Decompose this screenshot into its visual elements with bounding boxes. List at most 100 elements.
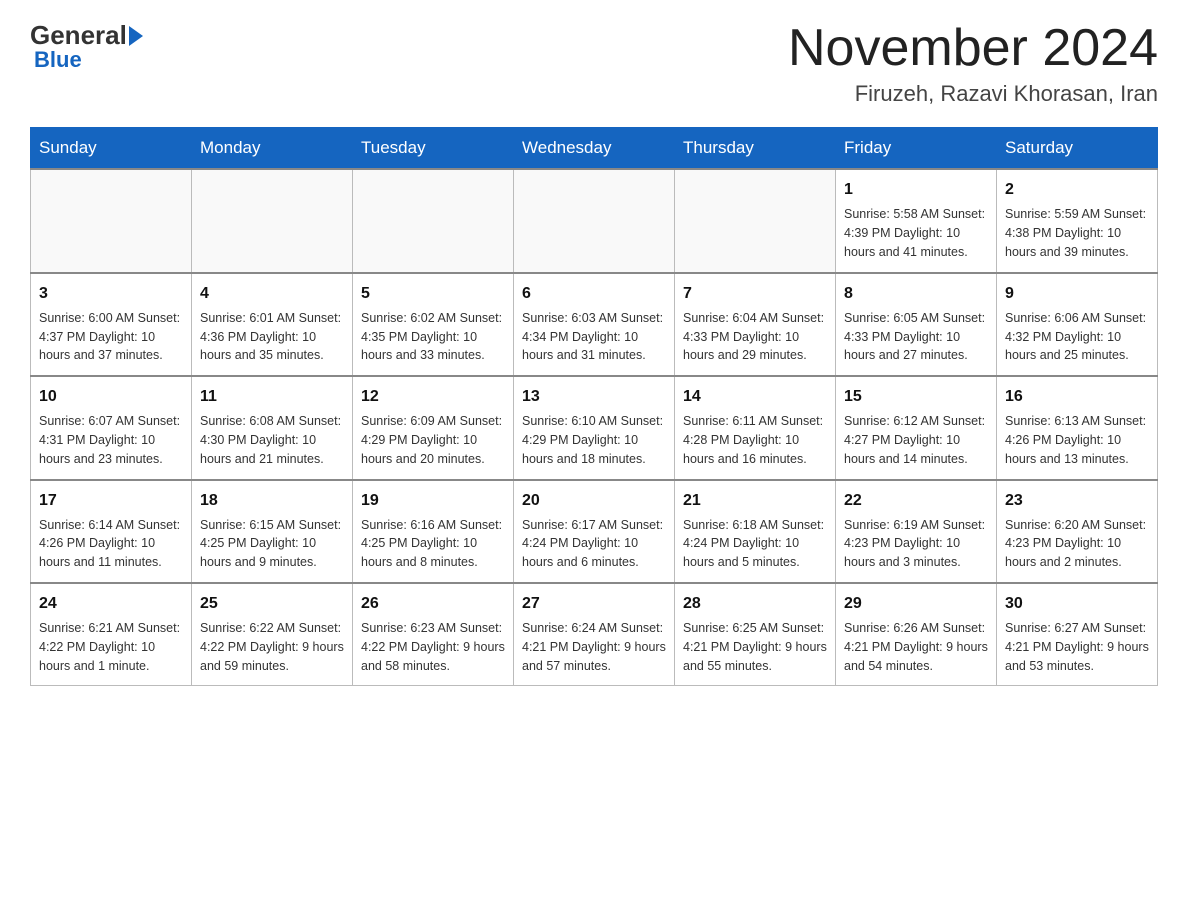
calendar-cell: 12 Sunrise: 6:09 AM Sunset: 4:29 PM Dayli… bbox=[353, 376, 514, 479]
day-number: 22 bbox=[844, 489, 988, 512]
calendar-cell: 21Sunrise: 6:18 AM Sunset: 4:24 PM Dayli… bbox=[675, 480, 836, 583]
calendar-cell: 27 Sunrise: 6:24 AM Sunset: 4:21 PM Dayli… bbox=[514, 583, 675, 686]
calendar-cell bbox=[31, 169, 192, 272]
day-number: 25 bbox=[200, 592, 344, 615]
week-row: 3 Sunrise: 6:00 AM Sunset: 4:37 PM Daylig… bbox=[31, 273, 1158, 376]
calendar-cell: 11 Sunrise: 6:08 AM Sunset: 4:30 PM Dayli… bbox=[192, 376, 353, 479]
calendar-cell: 28 Sunrise: 6:25 AM Sunset: 4:21 PM Dayli… bbox=[675, 583, 836, 686]
day-info: Sunrise: 5:58 AM Sunset: 4:39 PM Dayligh… bbox=[844, 205, 988, 261]
calendar-header-row: SundayMondayTuesdayWednesdayThursdayFrid… bbox=[31, 128, 1158, 170]
calendar-cell: 9 Sunrise: 6:06 AM Sunset: 4:32 PM Daylig… bbox=[997, 273, 1158, 376]
day-info: Sunrise: 6:08 AM Sunset: 4:30 PM Dayligh… bbox=[200, 412, 344, 468]
calendar-cell: 15 Sunrise: 6:12 AM Sunset: 4:27 PM Dayli… bbox=[836, 376, 997, 479]
day-number: 24 bbox=[39, 592, 183, 615]
day-number: 7 bbox=[683, 282, 827, 305]
day-of-week-header: Thursday bbox=[675, 128, 836, 170]
logo: General Blue bbox=[30, 20, 143, 73]
day-number: 27 bbox=[522, 592, 666, 615]
day-number: 28 bbox=[683, 592, 827, 615]
day-number: 14 bbox=[683, 385, 827, 408]
day-info: Sunrise: 6:26 AM Sunset: 4:21 PM Dayligh… bbox=[844, 619, 988, 675]
day-number: 13 bbox=[522, 385, 666, 408]
day-info: Sunrise: 6:09 AM Sunset: 4:29 PM Dayligh… bbox=[361, 412, 505, 468]
day-info: Sunrise: 6:07 AM Sunset: 4:31 PM Dayligh… bbox=[39, 412, 183, 468]
calendar-cell: 22 Sunrise: 6:19 AM Sunset: 4:23 PM Dayli… bbox=[836, 480, 997, 583]
calendar-cell: 24 Sunrise: 6:21 AM Sunset: 4:22 PM Dayli… bbox=[31, 583, 192, 686]
logo-triangle-icon bbox=[129, 26, 143, 46]
calendar-cell: 5Sunrise: 6:02 AM Sunset: 4:35 PM Daylig… bbox=[353, 273, 514, 376]
day-info: Sunrise: 6:20 AM Sunset: 4:23 PM Dayligh… bbox=[1005, 516, 1149, 572]
day-number: 10 bbox=[39, 385, 183, 408]
calendar-cell: 30 Sunrise: 6:27 AM Sunset: 4:21 PM Dayli… bbox=[997, 583, 1158, 686]
calendar-cell: 25 Sunrise: 6:22 AM Sunset: 4:22 PM Dayli… bbox=[192, 583, 353, 686]
day-info: Sunrise: 6:27 AM Sunset: 4:21 PM Dayligh… bbox=[1005, 619, 1149, 675]
day-info: Sunrise: 6:11 AM Sunset: 4:28 PM Dayligh… bbox=[683, 412, 827, 468]
calendar-cell: 17 Sunrise: 6:14 AM Sunset: 4:26 PM Dayli… bbox=[31, 480, 192, 583]
page-header: General Blue November 2024 Firuzeh, Raza… bbox=[30, 20, 1158, 107]
day-of-week-header: Saturday bbox=[997, 128, 1158, 170]
calendar-cell: 10 Sunrise: 6:07 AM Sunset: 4:31 PM Dayli… bbox=[31, 376, 192, 479]
calendar-cell: 18 Sunrise: 6:15 AM Sunset: 4:25 PM Dayli… bbox=[192, 480, 353, 583]
day-info: Sunrise: 6:21 AM Sunset: 4:22 PM Dayligh… bbox=[39, 619, 183, 675]
week-row: 10 Sunrise: 6:07 AM Sunset: 4:31 PM Dayli… bbox=[31, 376, 1158, 479]
logo-blue: Blue bbox=[34, 47, 82, 73]
day-info: Sunrise: 6:15 AM Sunset: 4:25 PM Dayligh… bbox=[200, 516, 344, 572]
day-info: Sunrise: 6:00 AM Sunset: 4:37 PM Dayligh… bbox=[39, 309, 183, 365]
day-number: 5 bbox=[361, 282, 505, 305]
day-info: Sunrise: 6:05 AM Sunset: 4:33 PM Dayligh… bbox=[844, 309, 988, 365]
calendar-table: SundayMondayTuesdayWednesdayThursdayFrid… bbox=[30, 127, 1158, 686]
calendar-cell: 6Sunrise: 6:03 AM Sunset: 4:34 PM Daylig… bbox=[514, 273, 675, 376]
title-block: November 2024 Firuzeh, Razavi Khorasan, … bbox=[788, 20, 1158, 107]
calendar-title: November 2024 bbox=[788, 20, 1158, 77]
week-row: 1 Sunrise: 5:58 AM Sunset: 4:39 PM Daylig… bbox=[31, 169, 1158, 272]
day-number: 3 bbox=[39, 282, 183, 305]
day-of-week-header: Wednesday bbox=[514, 128, 675, 170]
day-of-week-header: Tuesday bbox=[353, 128, 514, 170]
calendar-cell: 19 Sunrise: 6:16 AM Sunset: 4:25 PM Dayli… bbox=[353, 480, 514, 583]
calendar-cell bbox=[514, 169, 675, 272]
day-number: 19 bbox=[361, 489, 505, 512]
calendar-subtitle: Firuzeh, Razavi Khorasan, Iran bbox=[788, 81, 1158, 107]
day-info: Sunrise: 6:25 AM Sunset: 4:21 PM Dayligh… bbox=[683, 619, 827, 675]
day-number: 18 bbox=[200, 489, 344, 512]
day-info: Sunrise: 6:22 AM Sunset: 4:22 PM Dayligh… bbox=[200, 619, 344, 675]
calendar-cell: 20 Sunrise: 6:17 AM Sunset: 4:24 PM Dayli… bbox=[514, 480, 675, 583]
day-info: Sunrise: 6:12 AM Sunset: 4:27 PM Dayligh… bbox=[844, 412, 988, 468]
day-of-week-header: Friday bbox=[836, 128, 997, 170]
calendar-cell: 16 Sunrise: 6:13 AM Sunset: 4:26 PM Dayli… bbox=[997, 376, 1158, 479]
day-of-week-header: Monday bbox=[192, 128, 353, 170]
day-number: 4 bbox=[200, 282, 344, 305]
calendar-cell: 2Sunrise: 5:59 AM Sunset: 4:38 PM Daylig… bbox=[997, 169, 1158, 272]
day-info: Sunrise: 6:17 AM Sunset: 4:24 PM Dayligh… bbox=[522, 516, 666, 572]
calendar-cell bbox=[192, 169, 353, 272]
day-number: 9 bbox=[1005, 282, 1149, 305]
day-number: 23 bbox=[1005, 489, 1149, 512]
calendar-cell: 7 Sunrise: 6:04 AM Sunset: 4:33 PM Daylig… bbox=[675, 273, 836, 376]
day-info: Sunrise: 6:19 AM Sunset: 4:23 PM Dayligh… bbox=[844, 516, 988, 572]
day-number: 20 bbox=[522, 489, 666, 512]
week-row: 17 Sunrise: 6:14 AM Sunset: 4:26 PM Dayli… bbox=[31, 480, 1158, 583]
day-info: Sunrise: 6:13 AM Sunset: 4:26 PM Dayligh… bbox=[1005, 412, 1149, 468]
day-number: 29 bbox=[844, 592, 988, 615]
day-number: 1 bbox=[844, 178, 988, 201]
day-number: 16 bbox=[1005, 385, 1149, 408]
day-number: 30 bbox=[1005, 592, 1149, 615]
day-number: 12 bbox=[361, 385, 505, 408]
day-info: Sunrise: 6:06 AM Sunset: 4:32 PM Dayligh… bbox=[1005, 309, 1149, 365]
day-info: Sunrise: 6:18 AM Sunset: 4:24 PM Dayligh… bbox=[683, 516, 827, 572]
calendar-cell: 4Sunrise: 6:01 AM Sunset: 4:36 PM Daylig… bbox=[192, 273, 353, 376]
day-info: Sunrise: 6:16 AM Sunset: 4:25 PM Dayligh… bbox=[361, 516, 505, 572]
day-info: Sunrise: 6:14 AM Sunset: 4:26 PM Dayligh… bbox=[39, 516, 183, 572]
calendar-cell bbox=[675, 169, 836, 272]
day-number: 15 bbox=[844, 385, 988, 408]
day-number: 11 bbox=[200, 385, 344, 408]
day-info: Sunrise: 6:24 AM Sunset: 4:21 PM Dayligh… bbox=[522, 619, 666, 675]
day-info: Sunrise: 6:23 AM Sunset: 4:22 PM Dayligh… bbox=[361, 619, 505, 675]
day-number: 17 bbox=[39, 489, 183, 512]
day-number: 8 bbox=[844, 282, 988, 305]
calendar-cell: 8 Sunrise: 6:05 AM Sunset: 4:33 PM Daylig… bbox=[836, 273, 997, 376]
day-info: Sunrise: 6:04 AM Sunset: 4:33 PM Dayligh… bbox=[683, 309, 827, 365]
calendar-cell: 23 Sunrise: 6:20 AM Sunset: 4:23 PM Dayli… bbox=[997, 480, 1158, 583]
calendar-cell: 26Sunrise: 6:23 AM Sunset: 4:22 PM Dayli… bbox=[353, 583, 514, 686]
calendar-cell: 3 Sunrise: 6:00 AM Sunset: 4:37 PM Daylig… bbox=[31, 273, 192, 376]
